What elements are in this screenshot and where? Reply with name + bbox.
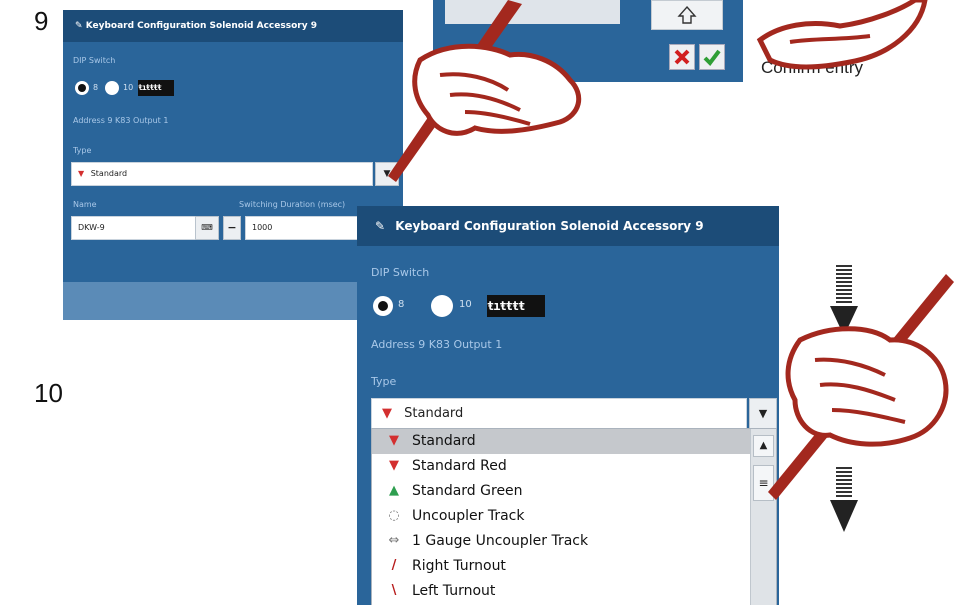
step-number-10: 10: [34, 378, 63, 408]
type-options-list: ▼ Standard ▼ Standard Red ▲ Standard Gre…: [371, 428, 777, 605]
accessory-config-panel: ✎ Keyboard Configuration Solenoid Access…: [357, 206, 779, 605]
decrement-button[interactable]: −: [223, 216, 241, 240]
panel-footer: [63, 282, 403, 320]
dip-switch-icon: ŧıŧŧŧŧ: [138, 80, 174, 96]
radio-dip-8[interactable]: [75, 81, 89, 95]
address-info: Address 9 K83 Output 1: [73, 116, 169, 125]
option-label: Standard Green: [412, 483, 523, 499]
right-turnout-icon: /: [391, 558, 397, 573]
option-label: Standard Red: [412, 458, 507, 474]
dip-switch-icon: ŧıŧŧŧŧ: [487, 295, 545, 317]
uncoupler-track-icon: ◌: [388, 508, 400, 523]
list-item[interactable]: ⇔ 1 Gauge Uncoupler Track: [372, 529, 776, 554]
type-label: Type: [73, 146, 92, 155]
type-select[interactable]: ▼ Standard: [71, 162, 373, 186]
step-number-9: 9: [34, 6, 49, 36]
list-item[interactable]: ◌ Uncoupler Track: [372, 504, 776, 529]
gauge-uncoupler-icon: ⇔: [388, 533, 400, 548]
option-label: 1 Gauge Uncoupler Track: [412, 533, 589, 549]
wrench-icon: ✎: [375, 219, 386, 233]
option-label: Left Turnout: [412, 583, 496, 599]
dip-switch-label: DIP Switch: [73, 56, 116, 65]
list-item[interactable]: ▲ Standard Green: [372, 479, 776, 504]
cancel-button[interactable]: [669, 44, 695, 70]
hand-stylus-scroll-icon: [768, 274, 954, 500]
panel-titlebar: ✎ Keyboard Configuration Solenoid Access…: [357, 206, 779, 246]
panel-title: Keyboard Configuration Solenoid Accessor…: [395, 219, 704, 233]
radio-dip-10[interactable]: [105, 81, 119, 95]
radio-dip-10[interactable]: [431, 295, 453, 317]
type-value: Standard: [90, 169, 128, 178]
list-item[interactable]: ▼ Standard: [372, 429, 776, 454]
left-turnout-icon: \: [391, 583, 397, 598]
type-value: Standard: [404, 406, 464, 421]
radio-dip-8-label: 8: [398, 299, 405, 310]
standard-signal-icon: ▼: [382, 406, 392, 421]
option-label: Standard: [412, 433, 476, 449]
close-icon: [674, 49, 690, 65]
radio-dip-8-label: 8: [93, 83, 99, 92]
list-item[interactable]: ▼ Standard Red: [372, 454, 776, 479]
keyboard-button[interactable]: ⌨: [195, 216, 219, 240]
keyboard-icon: ⌨: [201, 223, 213, 232]
standard-red-icon: ▼: [389, 458, 399, 473]
name-label: Name: [73, 200, 97, 209]
radio-dip-8[interactable]: [373, 296, 393, 316]
panel-titlebar: ✎ Keyboard Configuration Solenoid Access…: [63, 10, 403, 42]
panel-title: Keyboard Configuration Solenoid Accessor…: [85, 21, 317, 31]
standard-signal-icon: ▼: [389, 433, 399, 448]
list-item[interactable]: \ Left Turnout: [372, 579, 776, 604]
option-label: Uncoupler Track: [412, 508, 525, 524]
hand-stylus-top-icon: [756, 0, 928, 70]
duration-label: Switching Duration (msec): [239, 200, 346, 209]
radio-dip-10-label: 10: [459, 299, 472, 310]
hand-stylus-icon: [388, 0, 582, 182]
wrench-icon: ✎: [75, 21, 83, 31]
type-label: Type: [371, 375, 397, 388]
address-info: Address 9 K83 Output 1: [371, 338, 503, 351]
name-input[interactable]: DKW-9: [71, 216, 197, 240]
radio-dip-10-label: 10: [123, 83, 134, 92]
standard-signal-icon: ▼: [78, 169, 85, 178]
standard-green-icon: ▲: [389, 483, 399, 498]
accessory-config-panel-small: ✎ Keyboard Configuration Solenoid Access…: [63, 10, 403, 320]
list-item[interactable]: / Right Turnout: [372, 554, 776, 579]
option-label: Right Turnout: [412, 558, 506, 574]
dip-switch-label: DIP Switch: [371, 266, 430, 279]
type-select[interactable]: ▼ Standard: [371, 398, 747, 430]
